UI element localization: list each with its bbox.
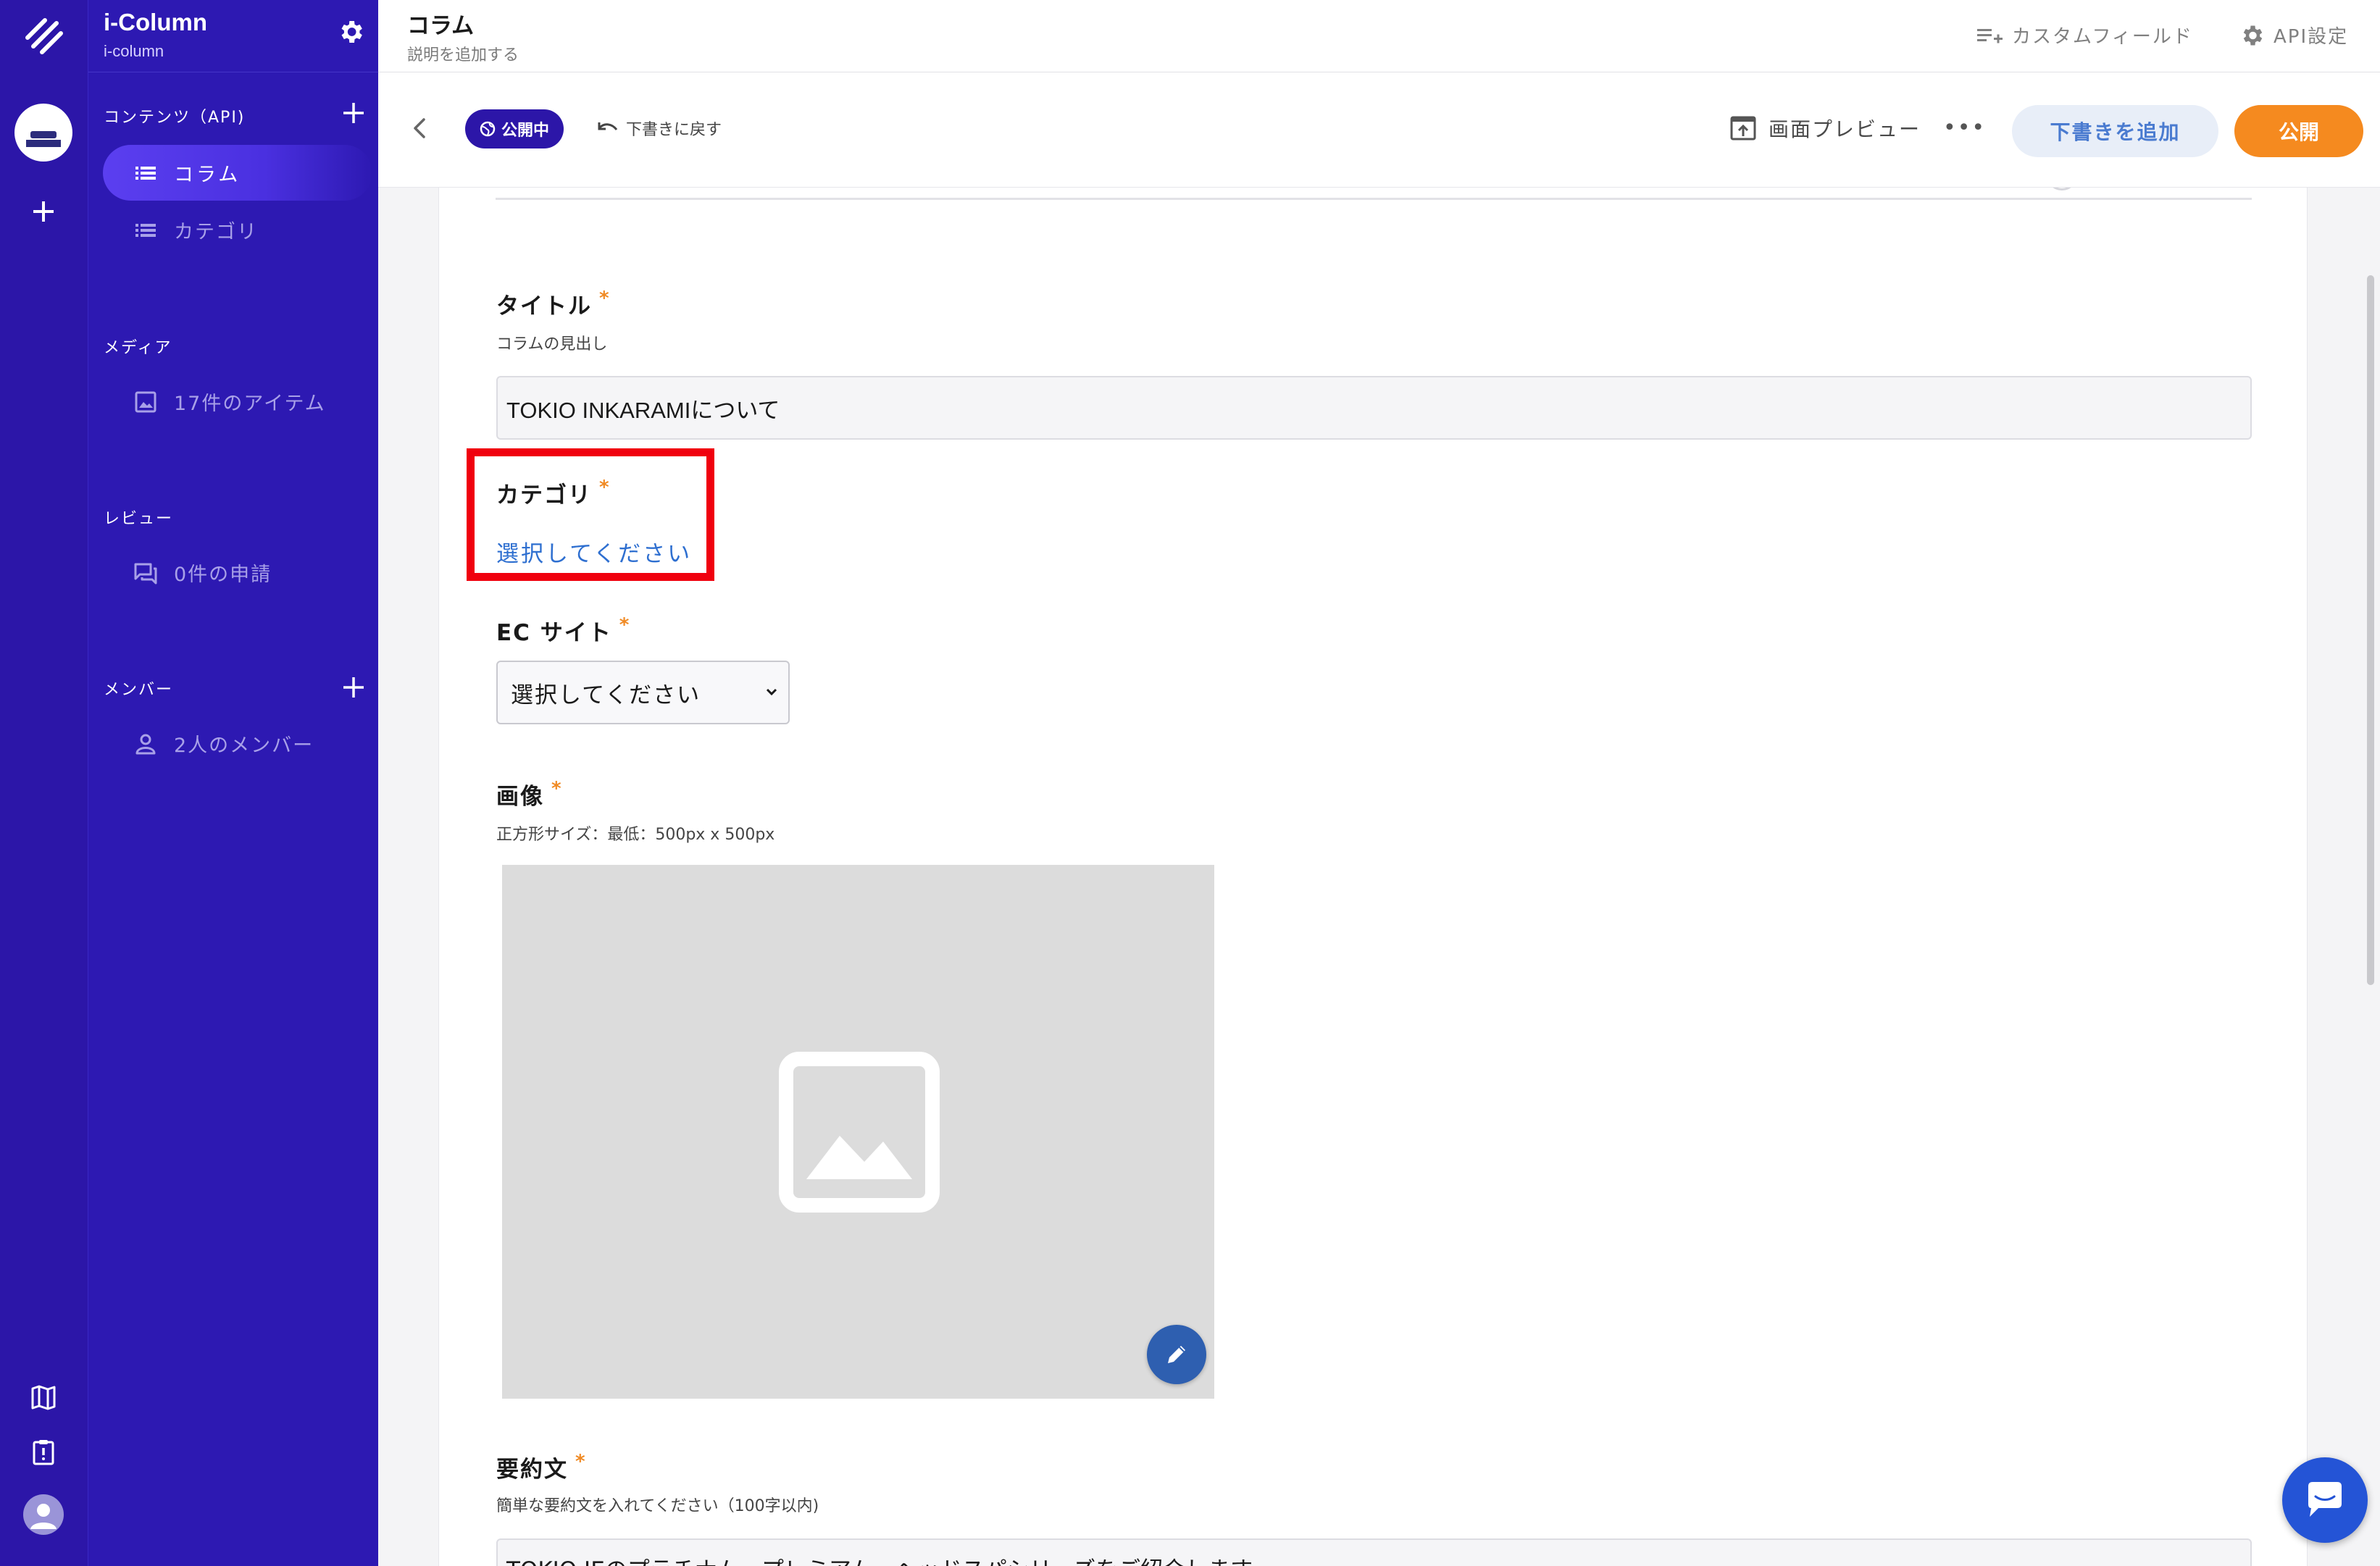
scrollbar[interactable] [2367,275,2374,985]
required-mark: * [599,288,611,309]
image-placeholder-icon [779,1052,940,1213]
summary-field-label: 要約文 * [496,1451,587,1483]
publish-button[interactable]: 公開 [2234,105,2363,157]
app-id: i-column [104,42,164,60]
globe-icon [480,121,496,137]
title-help-text: コラムの見出し [496,335,608,353]
required-mark: * [599,477,611,498]
sidebar-item-column[interactable]: コラム [103,145,372,201]
gear-icon[interactable] [336,17,365,46]
media-section-label: メディア [104,339,172,357]
project-avatar[interactable] [14,104,72,162]
status-label: 公開中 [501,122,550,140]
status-badge[interactable]: 公開中 [465,109,564,148]
chat-icon [134,563,157,584]
sidebar-item-label: 17件のアイテム [174,393,326,415]
more-options-button[interactable]: ••• [1943,115,1986,141]
image-label-text: 画像 [496,784,544,810]
required-mark: * [575,1451,587,1473]
chat-support-button[interactable] [2282,1457,2368,1543]
chevron-left-icon[interactable] [406,114,435,143]
sidebar-item-label: 0件の申請 [174,564,272,586]
ec-site-select[interactable]: 選択してください [496,661,790,724]
summary-help-text: 簡単な要約文を入れてください（100字以内) [496,1497,819,1515]
content-form-card: タイトル * コラムの見出し TOKIO INKARAMIについて カテゴリ * 選… [438,188,2308,1566]
editor-toolbar: 公開中 下書きに戻す 画面プレビュー ••• 下書きを追加 公開 [378,73,2380,188]
sidebar-item-members[interactable]: 2人のメンバー [103,716,372,771]
sidebar-header: i-Column i-column [88,0,379,72]
image-help-text: 正方形サイズ：最低：500px x 500px [496,826,775,844]
preview-icon [1730,116,1756,141]
undo-icon [598,122,618,130]
image-field-label: 画像 * [496,778,563,811]
sidebar-item-label: 2人のメンバー [174,734,314,757]
sidebar-item-label: カテゴリ [174,221,258,243]
page-title: コラム [407,13,475,39]
page-header: コラム 説明を追加する カスタムフィールド API設定 [378,0,2380,72]
ec-site-selected-value: 選択してください [511,682,701,708]
screen-preview-button[interactable]: 画面プレビュー [1729,114,1921,143]
chat-icon [2308,1482,2342,1517]
image-upload-area[interactable] [502,865,1214,1399]
main-content: タイトル * コラムの見出し TOKIO INKARAMIについて カテゴリ * 選… [378,188,2380,1566]
sidebar-item-review[interactable]: 0件の申請 [103,545,372,600]
title-input[interactable]: TOKIO INKARAMIについて [496,376,2252,440]
add-description-link[interactable]: 説明を追加する [407,42,519,65]
contents-section-label: コンテンツ（API) [104,109,246,127]
image-icon [135,391,156,412]
summary-textarea[interactable]: TOKIO IEのプラチナム・プレミアム・ヘッドスパシリーズをご紹介します [496,1538,2252,1566]
api-settings-link[interactable]: API設定 [2239,22,2348,49]
pencil-icon [1168,1346,1185,1363]
custom-field-label: カスタムフィールド [2012,26,2193,48]
clipboard-alert-icon[interactable] [29,1438,58,1467]
user-avatar-icon[interactable] [23,1494,64,1535]
members-section-label: メンバー [104,681,174,699]
list-icon [135,166,156,180]
preview-label: 画面プレビュー [1769,117,1921,141]
api-settings-label: API設定 [2273,26,2349,48]
required-mark: * [551,778,563,800]
sidebar-item-label: コラム [174,164,241,186]
sidebar-item-media[interactable]: 17件のアイテム [103,374,372,430]
app-name: i-Column [104,9,207,35]
add-content-plus-icon[interactable] [341,101,366,125]
sidebar-item-category[interactable]: カテゴリ [103,202,372,258]
review-section-label: レビュー [104,510,174,528]
add-project-icon[interactable] [29,197,58,226]
summary-label-text: 要約文 [496,1457,568,1483]
partial-circle-control [2046,188,2078,190]
person-icon [135,734,156,754]
icon-rail [0,0,88,1566]
title-label-text: タイトル [496,293,592,319]
category-select-link[interactable]: 選択してください [496,535,692,568]
divider [496,198,2252,200]
gear-icon [2243,25,2263,45]
revert-to-draft-button[interactable]: 下書きに戻す [597,117,722,140]
sidebar: i-Column i-column コンテンツ（API) コラム カテゴリ メデ… [88,0,379,1566]
revert-label: 下書きに戻す [626,121,722,139]
ec-site-label-text: EC サイト [496,620,612,646]
required-mark: * [619,614,631,636]
add-draft-button[interactable]: 下書きを追加 [2012,105,2218,157]
category-label-text: カテゴリ [496,482,592,508]
add-member-plus-icon[interactable] [341,675,366,700]
chevron-down-icon [766,688,777,696]
list-icon [135,223,156,237]
title-field-label: タイトル * [496,288,611,320]
logo-icon[interactable] [23,16,65,58]
category-field-label: カテゴリ * [496,477,611,509]
custom-field-link[interactable]: カスタムフィールド [1976,22,2193,49]
map-icon[interactable] [29,1383,58,1412]
custom-field-icon [1977,28,2003,43]
edit-image-button[interactable] [1147,1325,1206,1384]
ec-site-field-label: EC サイト * [496,614,630,647]
